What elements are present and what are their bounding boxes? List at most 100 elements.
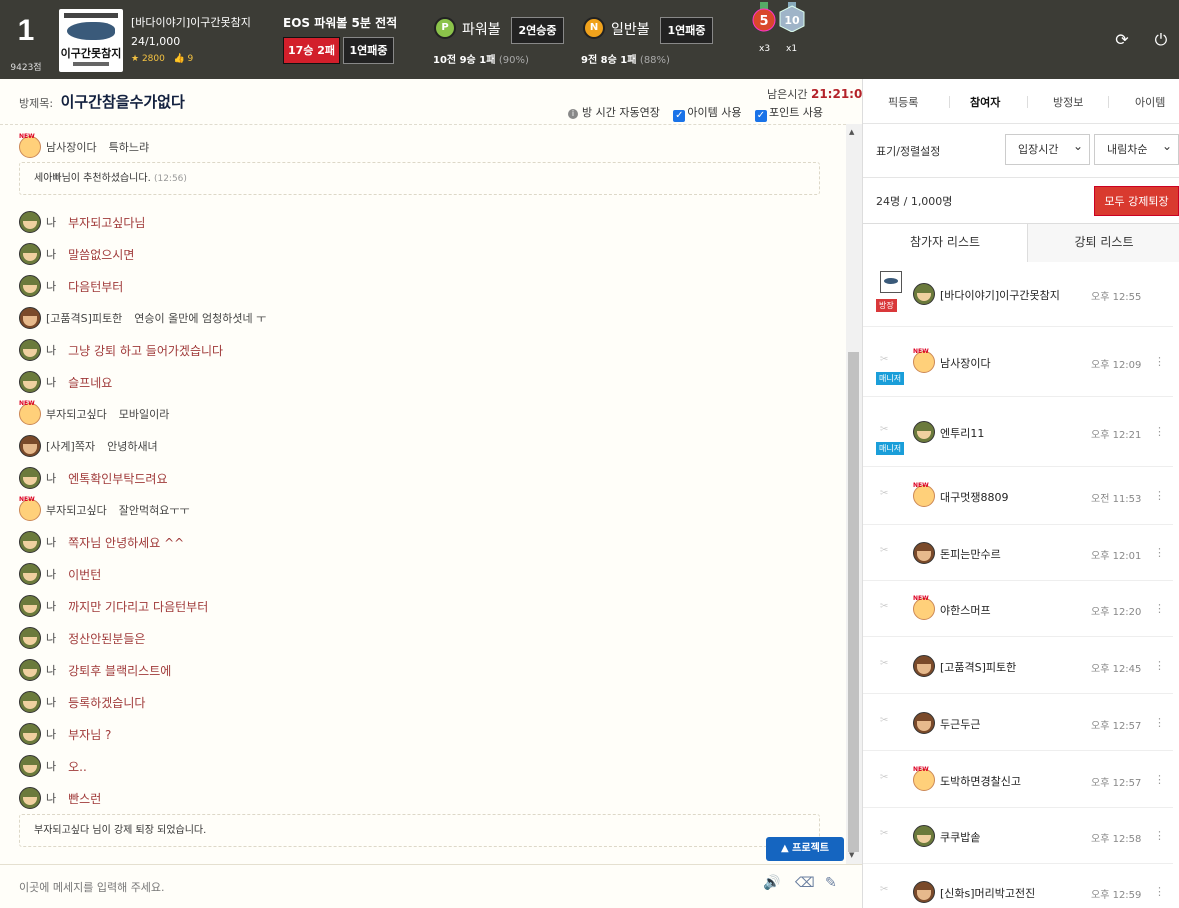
more-options-icon[interactable]: ⋮ [1154, 425, 1165, 438]
project-button[interactable]: ▲ 프로젝트 [766, 837, 844, 861]
sort-order-select[interactable]: 내림차순 [1094, 132, 1179, 165]
message-author[interactable]: 부자되고싶다 [46, 504, 107, 517]
kick-icon[interactable]: ✂ [880, 601, 892, 613]
point-use-checkbox[interactable]: ✓ [754, 110, 767, 122]
participant-name[interactable]: 도박하면경찰신고 [940, 773, 1021, 789]
refresh-icon[interactable]: ⟳ [1113, 31, 1131, 49]
kick-icon[interactable]: ✂ [880, 772, 892, 784]
participant-row[interactable]: ✂ [고품격S]피토한 오후 12:45 ⋮ [863, 637, 1173, 694]
kick-icon[interactable]: ✂ [880, 884, 892, 896]
tab-items[interactable]: 아이템 [1135, 94, 1165, 110]
message-author[interactable]: 나 [46, 344, 56, 357]
message-author[interactable]: 부자되고싶다 [46, 408, 107, 421]
tab-kicked-list[interactable]: 강퇴 리스트 [1028, 224, 1179, 262]
user-avatar[interactable] [19, 691, 41, 713]
user-avatar[interactable] [19, 133, 41, 158]
power-icon[interactable]: ⏻ [1152, 31, 1170, 49]
message-author[interactable]: 나 [46, 760, 56, 773]
user-avatar[interactable] [19, 659, 41, 681]
kick-icon[interactable]: ✂ [880, 828, 892, 840]
kick-all-button[interactable]: 모두 강제퇴장 [1094, 186, 1179, 216]
kick-icon[interactable]: ✂ [880, 488, 892, 500]
participant-row[interactable]: ✂ 도박하면경찰신고 오후 12:57 ⋮ [863, 751, 1173, 808]
message-author[interactable]: 나 [46, 248, 56, 261]
kick-icon[interactable]: ✂ [880, 715, 892, 727]
more-options-icon[interactable]: ⋮ [1154, 489, 1165, 502]
tab-participants[interactable]: 참여자 [970, 94, 1000, 110]
user-avatar[interactable] [19, 496, 41, 521]
participant-row[interactable]: ✂ 두근두근 오후 12:57 ⋮ [863, 694, 1173, 751]
user-avatar[interactable] [19, 531, 41, 553]
user-avatar[interactable] [19, 787, 41, 809]
message-author[interactable]: 나 [46, 536, 56, 549]
participant-row[interactable]: ✂ 매니저 엔투리11 오후 12:21 ⋮ [863, 397, 1173, 467]
participant-name[interactable]: 엔투리11 [940, 425, 984, 441]
more-options-icon[interactable]: ⋮ [1154, 355, 1165, 368]
user-avatar[interactable] [19, 595, 41, 617]
user-avatar[interactable] [19, 467, 41, 489]
participant-name[interactable]: 쿠쿠밥솥 [940, 829, 980, 845]
participant-row[interactable]: 방장 [바다이야기]이구간못참지 오후 12:55 [863, 261, 1173, 327]
message-author[interactable]: 나 [46, 728, 56, 741]
message-author[interactable]: 나 [46, 568, 56, 581]
user-avatar[interactable] [19, 275, 41, 297]
more-options-icon[interactable]: ⋮ [1154, 546, 1165, 559]
kick-icon[interactable]: ✂ [880, 658, 892, 670]
participant-name[interactable]: 남사장이다 [940, 355, 991, 371]
message-author[interactable]: 나 [46, 472, 56, 485]
participant-name[interactable]: 야한스머프 [940, 602, 991, 618]
more-options-icon[interactable]: ⋮ [1154, 659, 1165, 672]
channel-logo[interactable]: 이구간못참지 [59, 9, 123, 72]
user-avatar[interactable] [19, 400, 41, 425]
chat-scrollbar[interactable]: ▲ ▼ [846, 124, 862, 864]
user-avatar[interactable] [19, 307, 41, 329]
user-avatar[interactable] [19, 723, 41, 745]
participant-row[interactable]: ✂ 대구멋쟁8809 오전 11:53 ⋮ [863, 467, 1173, 525]
message-author[interactable]: 나 [46, 216, 56, 229]
participant-row[interactable]: ✂ 매니저 남사장이다 오후 12:09 ⋮ [863, 327, 1173, 397]
message-author[interactable]: 나 [46, 632, 56, 645]
participant-row[interactable]: ✂ 쿠쿠밥솥 오후 12:58 ⋮ [863, 808, 1173, 864]
participant-row[interactable]: ✂ 돈피는만수르 오후 12:01 ⋮ [863, 525, 1173, 581]
scroll-thumb[interactable] [848, 352, 859, 852]
message-author[interactable]: 나 [46, 664, 56, 677]
item-use-checkbox[interactable]: ✓ [673, 110, 686, 122]
participant-row[interactable]: ✂ 야한스머프 오후 12:20 ⋮ [863, 581, 1173, 637]
participant-name[interactable]: [바다이야기]이구간못참지 [940, 287, 1060, 303]
magic-wand-icon[interactable]: ✎ [825, 875, 837, 891]
eraser-icon[interactable]: ⌫ [795, 875, 815, 891]
participant-name[interactable]: [신화s]머리박고전진 [940, 885, 1035, 901]
message-author[interactable]: 나 [46, 600, 56, 613]
more-options-icon[interactable]: ⋮ [1154, 773, 1165, 786]
message-input[interactable]: 이곳에 메세지를 입력해 주세요. [19, 879, 165, 895]
more-options-icon[interactable]: ⋮ [1154, 602, 1165, 615]
user-avatar[interactable] [19, 371, 41, 393]
user-avatar[interactable] [19, 339, 41, 361]
scroll-down-arrow[interactable]: ▼ [849, 851, 854, 859]
more-options-icon[interactable]: ⋮ [1154, 885, 1165, 898]
message-author[interactable]: 남사장이다 [46, 141, 97, 154]
tab-room-info[interactable]: 방정보 [1053, 94, 1083, 110]
user-avatar[interactable] [19, 243, 41, 265]
participant-name[interactable]: 대구멋쟁8809 [940, 489, 1008, 505]
message-author[interactable]: 나 [46, 696, 56, 709]
user-avatar[interactable] [19, 563, 41, 585]
user-avatar[interactable] [19, 627, 41, 649]
scroll-up-arrow[interactable]: ▲ [849, 128, 854, 136]
participant-row[interactable]: ✂ [신화s]머리박고전진 오후 12:59 ⋮ [863, 864, 1173, 908]
sort-by-select[interactable]: 입장시간 [1005, 132, 1090, 165]
participant-name[interactable]: 두근두근 [940, 716, 980, 732]
more-options-icon[interactable]: ⋮ [1154, 716, 1165, 729]
user-avatar[interactable] [19, 435, 41, 457]
kick-icon[interactable]: ✂ [880, 424, 892, 436]
tab-pick-register[interactable]: 픽등록 [888, 94, 918, 110]
kick-icon[interactable]: ✂ [880, 545, 892, 557]
message-author[interactable]: 나 [46, 376, 56, 389]
tab-participant-list[interactable]: 참가자 리스트 [863, 224, 1028, 262]
message-author[interactable]: 나 [46, 792, 56, 805]
message-author[interactable]: 나 [46, 280, 56, 293]
participant-name[interactable]: 돈피는만수르 [940, 546, 1001, 562]
message-author[interactable]: [사계]쪽자 [46, 440, 95, 453]
more-options-icon[interactable]: ⋮ [1154, 829, 1165, 842]
kick-icon[interactable]: ✂ [880, 354, 892, 366]
